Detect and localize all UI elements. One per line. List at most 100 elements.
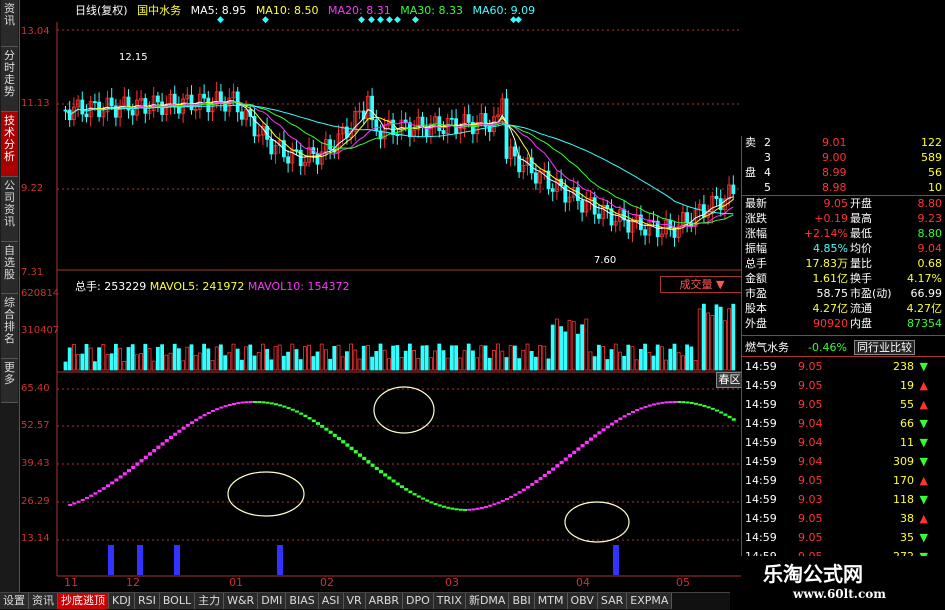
- indicator-step: [240, 401, 245, 404]
- quote-value: 9.04: [917, 242, 943, 255]
- indicator-tab[interactable]: ARBR: [365, 593, 404, 609]
- arrow-up-icon: ▲: [919, 379, 928, 392]
- indicator-tab[interactable]: EXPMA: [627, 593, 673, 609]
- tick-volume: 309: [893, 455, 914, 468]
- indicator-step: [710, 407, 715, 410]
- indicator-step: [173, 432, 178, 436]
- indicator-step: [320, 424, 325, 428]
- indicator-step: [673, 401, 677, 404]
- indicator-tab[interactable]: TRIX: [433, 593, 466, 609]
- left-tab[interactable]: 更多: [1, 359, 18, 403]
- volume-bar: [386, 358, 391, 371]
- indicator-step: [143, 455, 148, 460]
- chart-canvas[interactable]: 12.157.60◆ ◆ ◆ ◆ ◆ ◆ ◆ ◆ ◆◆: [19, 0, 741, 592]
- indicator-step: [106, 484, 110, 488]
- indicator-step: [387, 476, 392, 480]
- volume-bar: [332, 345, 337, 371]
- indicator-step: [177, 429, 182, 433]
- left-tab[interactable]: 资讯: [1, 0, 18, 47]
- indicator-tab[interactable]: KDJ: [109, 593, 135, 609]
- order-volume: 589: [921, 151, 942, 164]
- left-tab[interactable]: 综合排名: [1, 294, 18, 359]
- indicator-tab[interactable]: OBV: [567, 593, 598, 609]
- order-book-row: 5 8.98 10: [742, 181, 945, 194]
- indicator-tab[interactable]: 抄底逃顶: [58, 593, 109, 609]
- order-level: 2: [764, 136, 771, 149]
- indicator-tab[interactable]: BBI: [509, 593, 535, 609]
- indicator-tab[interactable]: VR: [343, 593, 366, 609]
- tick-time: 14:59: [745, 474, 777, 487]
- indicator-step: [383, 473, 388, 477]
- volume-bar: [655, 344, 660, 371]
- indicator-step: [341, 440, 346, 444]
- indicator-step: [446, 506, 451, 509]
- indicator-tab[interactable]: RSI: [134, 593, 160, 609]
- indicator-step: [324, 427, 329, 431]
- tick-price: 9.03: [798, 493, 823, 506]
- quote-value: 87354: [907, 317, 942, 330]
- spring-zone-button[interactable]: 春区: [716, 372, 743, 388]
- indicator-axis-label: 26.29: [21, 496, 50, 507]
- quote-label: 量比: [850, 257, 872, 270]
- indicator-step: [391, 479, 396, 483]
- indicator-tab[interactable]: 主力: [195, 593, 225, 609]
- left-tab[interactable]: 自选股: [1, 242, 18, 294]
- chart-area[interactable]: 12.15 7.60 ◆ ◆ ◆ ◆ ◆ ◆ ◆ ◆ ◆ ◆ 日线(复权) 国中水务 MA5: 8.9…: [19, 0, 744, 592]
- indicator-step: [169, 435, 173, 440]
- indicator-tab[interactable]: W&R: [224, 593, 259, 609]
- volume-bar: [643, 343, 647, 371]
- volume-bar: [202, 343, 207, 371]
- volume-bar: [428, 357, 433, 371]
- indicator-step: [190, 421, 194, 424]
- tick-time: 14:59: [745, 512, 777, 525]
- tick-price: 9.04: [798, 455, 823, 468]
- left-tab[interactable]: 分时走势: [1, 47, 18, 112]
- indicator-step: [437, 504, 442, 507]
- indicator-step: [194, 418, 199, 422]
- arrow-down-icon: ▼: [919, 360, 928, 373]
- indicator-tab[interactable]: MTM: [534, 593, 568, 609]
- indicator-tab[interactable]: BIAS: [286, 593, 319, 609]
- indicator-step: [265, 401, 270, 404]
- arrow-up-icon: ▲: [919, 398, 928, 411]
- quote-value: 17.83万: [805, 257, 849, 270]
- indicator-step: [576, 447, 581, 451]
- indicator-tab[interactable]: ASI: [318, 593, 344, 609]
- candle-body: [80, 99, 85, 115]
- candle-body: [512, 146, 517, 157]
- volume-bar: [433, 350, 438, 371]
- indicator-tab[interactable]: DPO: [403, 593, 434, 609]
- volume-indicator-button[interactable]: 成交量 ▼: [660, 276, 744, 293]
- indicator-step: [631, 410, 635, 413]
- signal-bar: [277, 545, 283, 575]
- indicator-step: [282, 405, 287, 408]
- peer-compare-button[interactable]: 同行业比较: [854, 340, 915, 355]
- volume-bar: [693, 360, 698, 371]
- indicator-tab[interactable]: DMI: [258, 593, 287, 609]
- indicator-tab[interactable]: 设置: [0, 593, 29, 609]
- indicator-step: [160, 442, 165, 446]
- left-tab[interactable]: 技术分析: [1, 112, 18, 177]
- indicator-step: [538, 477, 543, 481]
- indicator-step: [698, 403, 703, 406]
- indicator-tab[interactable]: SAR: [597, 593, 628, 609]
- indicator-step: [715, 409, 719, 412]
- indicator-step: [332, 433, 337, 437]
- volume-bar: [664, 359, 668, 371]
- candle-body: [84, 113, 89, 118]
- indicator-tab[interactable]: 新DMA: [465, 593, 510, 609]
- candle-body: [109, 97, 114, 107]
- highlight-ellipse: [564, 501, 630, 543]
- indicator-tab[interactable]: 资讯: [29, 593, 58, 609]
- volume-bar: [521, 349, 526, 371]
- indicator-tab[interactable]: BOLL: [159, 593, 196, 609]
- volume-bar: [231, 343, 236, 371]
- quote-label: 最低: [850, 227, 872, 240]
- candle-body: [504, 98, 509, 159]
- indicator-step: [458, 508, 463, 511]
- left-tab[interactable]: 公司资讯: [1, 177, 18, 242]
- volume-bar: [97, 347, 101, 371]
- volume-bar: [269, 359, 274, 371]
- quote-label: 最新: [745, 197, 767, 210]
- price-legend: 日线(复权) 国中水务 MA5: 8.95 MA10: 8.50 MA20: 8…: [75, 2, 541, 18]
